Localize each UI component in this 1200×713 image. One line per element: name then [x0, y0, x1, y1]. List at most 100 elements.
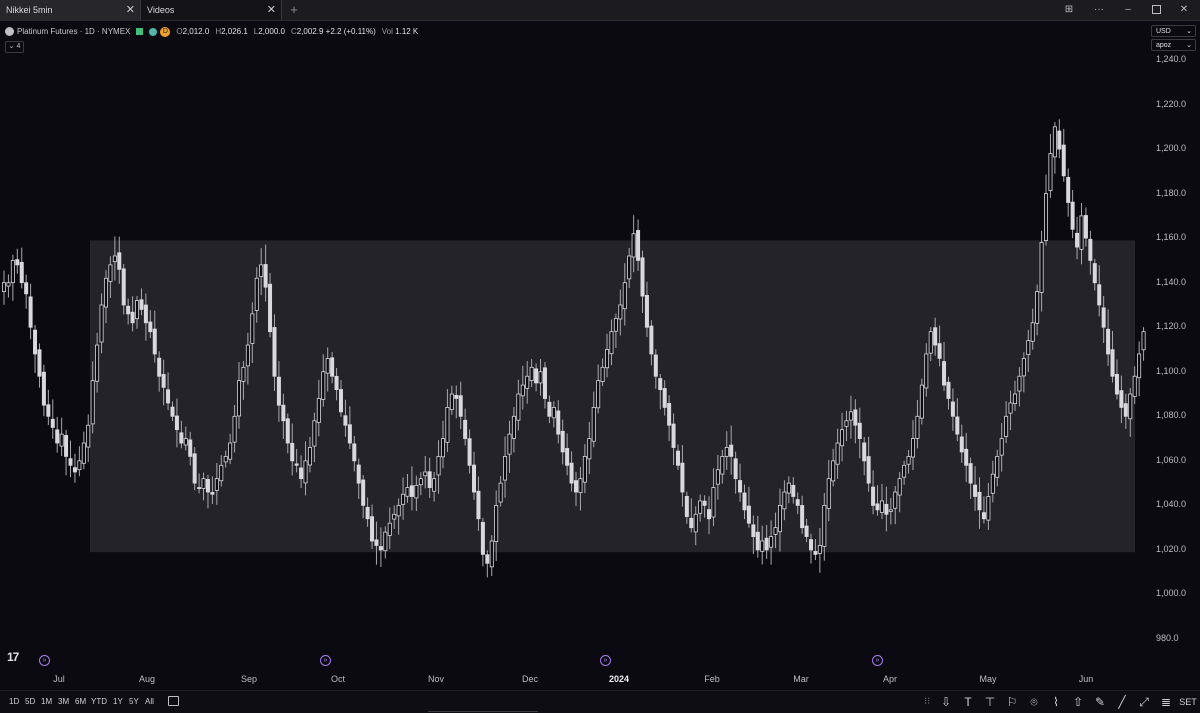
- more-icon[interactable]: ···: [1090, 0, 1108, 20]
- candle-body: [498, 482, 503, 503]
- candle-body: [99, 304, 104, 343]
- event-marker-icon[interactable]: »: [600, 655, 611, 666]
- range-button-6m[interactable]: 6M: [75, 691, 86, 713]
- candle-body: [831, 460, 836, 482]
- candle-body: [1137, 353, 1142, 379]
- range-button-1y[interactable]: 1Y: [113, 691, 123, 713]
- candle-body: [19, 261, 24, 284]
- flag-icon[interactable]: [136, 28, 144, 36]
- candle-body: [28, 296, 33, 328]
- range-button-ytd[interactable]: YTD: [91, 691, 107, 713]
- candle-body: [862, 442, 867, 462]
- candle-body: [1057, 130, 1062, 150]
- candle-body: [299, 467, 304, 480]
- candle-body: [401, 493, 406, 505]
- candle-body: [463, 419, 468, 439]
- candle-body: [170, 406, 175, 417]
- candle-body: [64, 435, 69, 457]
- maximize-icon: [1151, 4, 1161, 14]
- candle-body: [2, 282, 7, 293]
- arrow-down-icon[interactable]: ⇩: [936, 692, 956, 712]
- close-tab-icon[interactable]: ✕: [267, 0, 276, 20]
- candle-body: [1106, 328, 1111, 355]
- candle-body: [627, 255, 632, 280]
- brush-icon[interactable]: ✎: [1090, 692, 1110, 712]
- candle-body: [702, 500, 707, 506]
- time-tick-label: Jul: [53, 674, 65, 684]
- candle-body: [995, 455, 1000, 478]
- flag-tool-icon[interactable]: ⚐: [1002, 692, 1022, 712]
- candle-body: [964, 448, 969, 466]
- range-button-5y[interactable]: 5Y: [129, 691, 139, 713]
- tab-label: Videos: [147, 5, 175, 15]
- candle-body: [1012, 393, 1017, 405]
- candle-body: [223, 455, 228, 463]
- layout-icon[interactable]: ⊞: [1060, 0, 1078, 20]
- candle-body: [418, 478, 423, 486]
- candle-body: [644, 295, 649, 328]
- maximize-button[interactable]: [1148, 0, 1164, 20]
- price-tick-label: 1,020.0: [1156, 543, 1187, 554]
- candle-body: [77, 460, 82, 471]
- candle-body: [999, 438, 1004, 456]
- candle-body: [826, 478, 831, 509]
- candle-body: [232, 415, 237, 443]
- candle-body: [751, 524, 756, 537]
- candle-body: [1039, 242, 1044, 293]
- candle-body: [1052, 126, 1057, 158]
- event-marker-icon[interactable]: »: [320, 655, 331, 666]
- text-tool-icon[interactable]: T: [958, 692, 978, 712]
- candle-body: [121, 268, 126, 306]
- minimize-button[interactable]: –: [1120, 0, 1136, 20]
- price-note-icon[interactable]: ⊤: [980, 692, 1000, 712]
- candle-body: [303, 460, 308, 484]
- candle-body: [1035, 291, 1040, 324]
- arrow-up-icon[interactable]: ⇧: [1068, 692, 1088, 712]
- candle-body: [480, 521, 485, 555]
- candle-body: [928, 331, 933, 354]
- symbol-legend[interactable]: Platinum Futures · 1D · NYMEX D O2,012.0 H2…: [5, 25, 418, 39]
- range-button-5d[interactable]: 5D: [25, 691, 35, 713]
- range-button-all[interactable]: All: [145, 691, 154, 713]
- candle-body: [1075, 232, 1080, 248]
- time-tick-label: Apr: [882, 674, 898, 684]
- calendar-icon[interactable]: [168, 696, 179, 706]
- candle-body: [809, 539, 814, 551]
- candlestick-chart[interactable]: [0, 20, 1146, 670]
- candle-body: [1114, 373, 1119, 395]
- candle-body: [871, 486, 876, 506]
- close-window-button[interactable]: ✕: [1176, 0, 1192, 20]
- tab-nikkei-5min[interactable]: Nikkei 5min ✕: [0, 0, 141, 20]
- range-button-1d[interactable]: 1D: [9, 691, 19, 713]
- candle-body: [254, 277, 259, 311]
- candle-body: [848, 411, 853, 421]
- close-tab-icon[interactable]: ✕: [126, 0, 135, 20]
- candle-body: [879, 500, 884, 513]
- fib-tool-icon[interactable]: ≣: [1156, 692, 1176, 712]
- candle-body: [1070, 201, 1075, 230]
- candle-body: [432, 478, 437, 492]
- ray-tool-icon[interactable]: ⤢: [1134, 692, 1154, 712]
- drag-handle-icon[interactable]: ⁝⁝: [924, 694, 930, 710]
- price-scale[interactable]: 1,240.0 1,220.0 1,200.0 1,180.0 1,160.0 1,140…: [1146, 20, 1200, 670]
- candle-body: [1021, 358, 1026, 377]
- range-button-1m[interactable]: 1M: [41, 691, 52, 713]
- candle-body: [609, 331, 614, 355]
- settings-button[interactable]: SET: [1178, 692, 1198, 712]
- candle-body: [334, 375, 339, 390]
- new-tab-button[interactable]: +: [286, 0, 302, 20]
- event-marker-icon[interactable]: »: [39, 655, 50, 666]
- tradingview-logo-icon[interactable]: 17: [7, 650, 19, 664]
- range-button-3m[interactable]: 3M: [58, 691, 69, 713]
- indicators-collapse-button[interactable]: ⌄ 4: [5, 41, 24, 53]
- candle-body: [658, 378, 663, 390]
- candle-body: [534, 368, 539, 384]
- event-marker-icon[interactable]: »: [872, 655, 883, 666]
- path-tool-icon[interactable]: ⌇: [1046, 692, 1066, 712]
- price-tick-label: 1,140.0: [1156, 276, 1187, 287]
- tab-videos[interactable]: Videos ✕: [141, 0, 282, 20]
- trend-line-icon[interactable]: ╱: [1112, 692, 1132, 712]
- delayed-badge: D: [160, 26, 171, 37]
- pin-icon[interactable]: ⌾: [1024, 692, 1044, 712]
- candle-body: [241, 366, 246, 382]
